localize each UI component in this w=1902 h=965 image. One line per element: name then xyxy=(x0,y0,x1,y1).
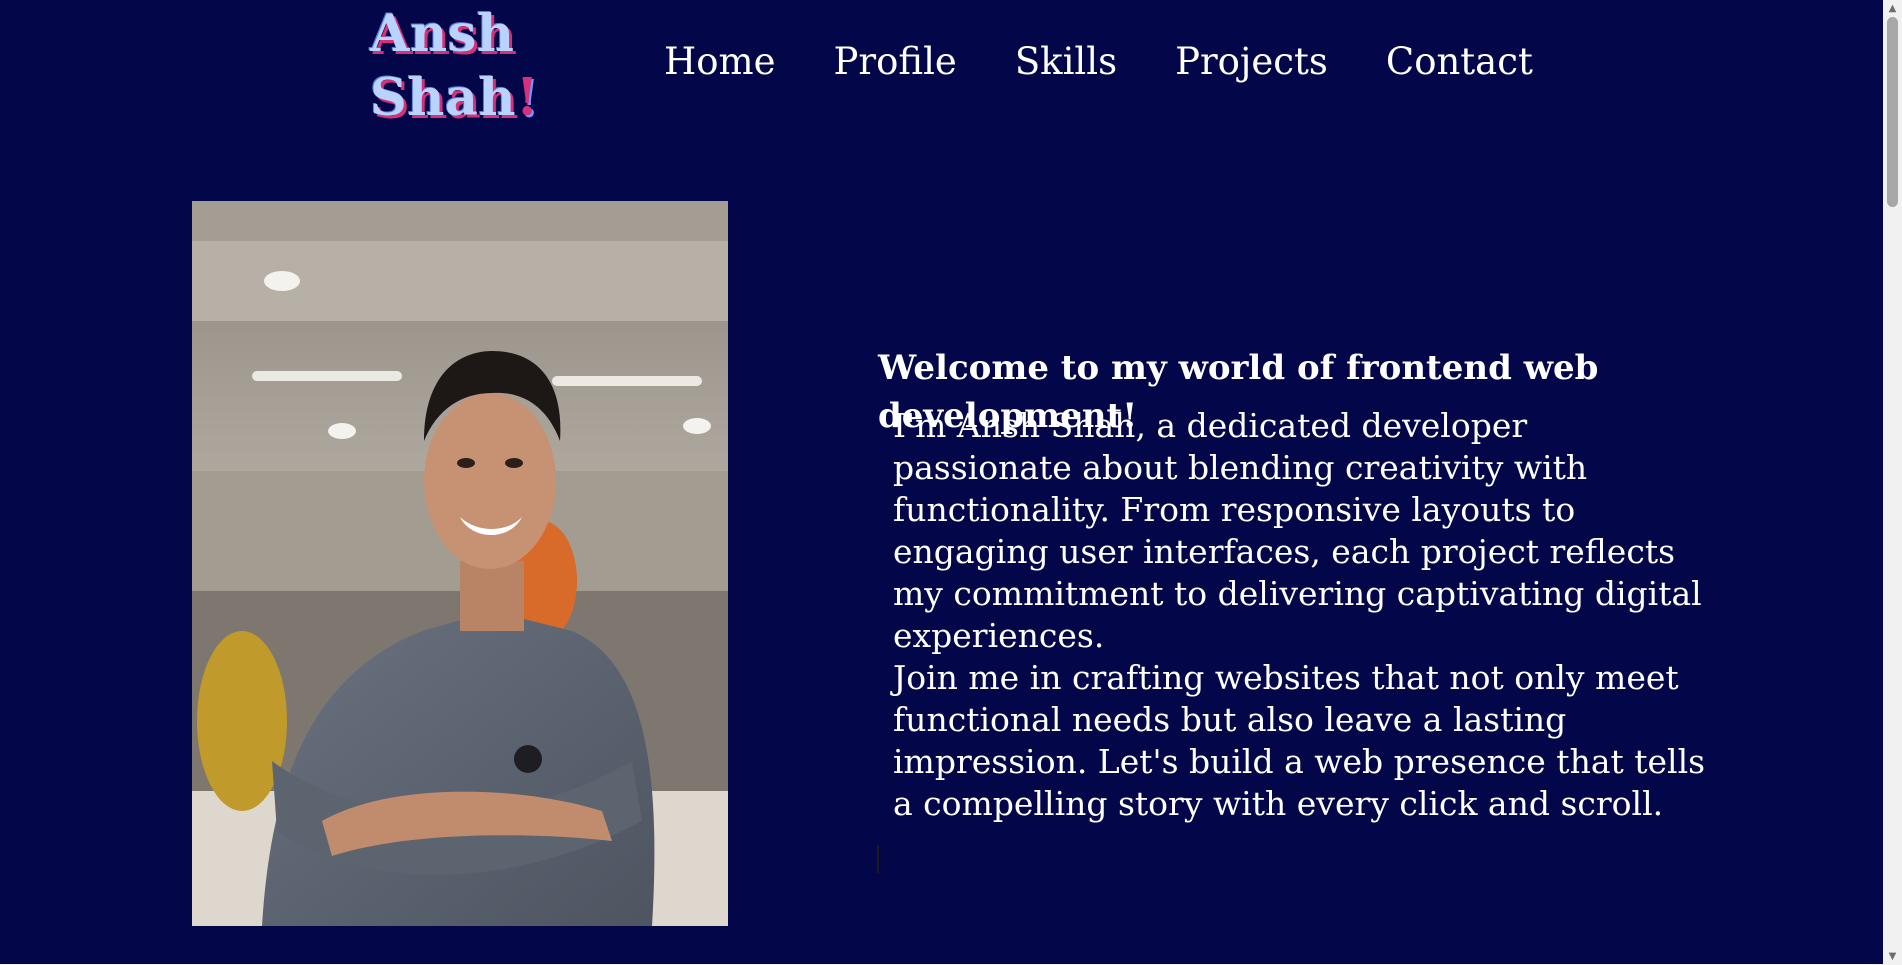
vertical-scrollbar[interactable]: ▲ ▼ xyxy=(1883,0,1902,965)
logo-first-name: Ansh xyxy=(370,4,515,64)
intro-paragraph-2: Join me in crafting websites that not on… xyxy=(893,658,1706,823)
profile-photo xyxy=(192,201,728,926)
text-caret xyxy=(877,845,879,873)
viewport: Ansh Shah! Home Profile Skills Projects … xyxy=(0,0,1883,965)
main-nav: Home Profile Skills Projects Contact xyxy=(664,36,1533,88)
nav-home-link[interactable]: Home xyxy=(664,36,776,88)
logo-exclamation: ! xyxy=(516,68,539,128)
page: Ansh Shah! Home Profile Skills Projects … xyxy=(0,0,1902,965)
triangle-down-icon[interactable]: ▼ xyxy=(1883,948,1902,965)
nav-contact-link[interactable]: Contact xyxy=(1386,36,1533,88)
nav-profile-link[interactable]: Profile xyxy=(834,36,957,88)
intro-paragraph-1: I'm Ansh Shah, a dedicated developer pas… xyxy=(893,406,1702,655)
triangle-up-icon[interactable]: ▲ xyxy=(1883,0,1902,17)
scrollbar-thumb[interactable] xyxy=(1887,17,1898,207)
logo-last-name-line: Shah! xyxy=(370,66,538,130)
nav-skills-link[interactable]: Skills xyxy=(1015,36,1117,88)
profile-photo-image xyxy=(192,201,728,926)
site-logo[interactable]: Ansh Shah! xyxy=(370,2,538,130)
logo-last-name: Shah xyxy=(370,68,517,128)
nav-projects-link[interactable]: Projects xyxy=(1175,36,1328,88)
